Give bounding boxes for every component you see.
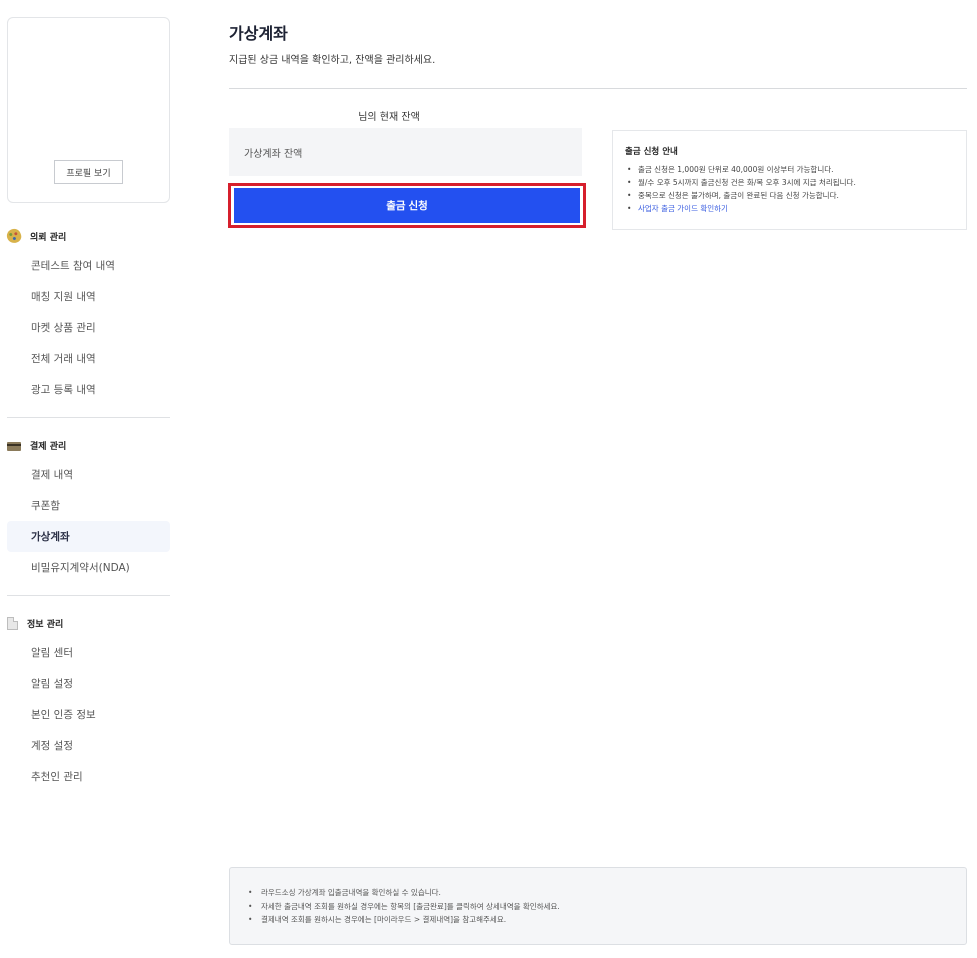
document-icon <box>7 616 18 630</box>
guide-item: 중복으로 신청은 불가하며, 출금이 완료된 다음 신청 가능합니다. <box>625 189 954 202</box>
section-title: 의뢰 관리 <box>30 232 67 243</box>
guide-item: 출금 신청은 1,000원 단위로 40,000원 이상부터 가능합니다. <box>625 163 954 176</box>
section-header-info: 정보 관리 <box>7 613 170 633</box>
section-title: 결제 관리 <box>30 441 67 452</box>
menu-section-payments: 결제 관리 결제 내역 쿠폰함 가상계좌 비밀유지계약서(NDA) <box>7 435 170 583</box>
notice-item: 자세한 출금내역 조회를 원하실 경우에는 항목의 [출금완료]를 클릭하여 상… <box>246 900 950 914</box>
sidebar-divider <box>7 417 170 418</box>
sidebar-item-notification-center[interactable]: 알림 센터 <box>7 637 170 668</box>
guide-item: 월/수 오후 5시까지 출금신청 건은 화/목 오후 3시에 지급 처리됩니다. <box>625 176 954 189</box>
section-header-payments: 결제 관리 <box>7 435 170 455</box>
sidebar-item-referrer-management[interactable]: 추천인 관리 <box>7 761 170 792</box>
notice-list: 라우드소싱 가상계좌 입출금내역을 확인하실 수 있습니다. 자세한 출금내역 … <box>246 886 950 927</box>
withdraw-request-button[interactable]: 출금 신청 <box>234 188 580 223</box>
sidebar-item-contest-history[interactable]: 콘테스트 참여 내역 <box>7 250 170 281</box>
profile-card: 프로필 보기 <box>7 17 170 203</box>
menu-section-requests: 의뢰 관리 콘테스트 참여 내역 매칭 지원 내역 마켓 상품 관리 전체 거래… <box>5 226 170 405</box>
balance-label: 가상계좌 잔액 <box>244 148 303 160</box>
balance-box: 가상계좌 잔액 <box>229 128 582 176</box>
balance-heading: 님의 현재 잔액 <box>358 112 420 123</box>
sidebar-item-coupons[interactable]: 쿠폰함 <box>7 490 170 521</box>
notice-item: 결제내역 조회를 원하시는 경우에는 [마이라우드 > 결제내역]을 참고해주세… <box>246 913 950 927</box>
page-subtitle: 지급된 상금 내역을 확인하고, 잔액을 관리하세요. <box>229 55 436 66</box>
view-profile-button[interactable]: 프로필 보기 <box>54 160 123 184</box>
sidebar-item-nda[interactable]: 비밀유지계약서(NDA) <box>7 552 170 583</box>
withdraw-guide-box: 출금 신청 안내 출금 신청은 1,000원 단위로 40,000원 이상부터 … <box>612 130 967 230</box>
sidebar-item-identity-verification[interactable]: 본인 인증 정보 <box>7 699 170 730</box>
section-title: 정보 관리 <box>27 619 64 630</box>
sidebar-item-account-settings[interactable]: 계정 설정 <box>7 730 170 761</box>
menu-section-info: 정보 관리 알림 센터 알림 설정 본인 인증 정보 계정 설정 추천인 관리 <box>7 613 170 792</box>
sidebar-item-virtual-account[interactable]: 가상계좌 <box>7 521 170 552</box>
sidebar-item-ad-registrations[interactable]: 광고 등록 내역 <box>7 374 170 405</box>
header-divider <box>229 88 967 89</box>
sidebar-item-notification-settings[interactable]: 알림 설정 <box>7 668 170 699</box>
sidebar-item-matching-history[interactable]: 매칭 지원 내역 <box>7 281 170 312</box>
page-title: 가상계좌 <box>229 24 288 43</box>
palette-icon <box>5 227 23 245</box>
sidebar-item-market-products[interactable]: 마켓 상품 관리 <box>7 312 170 343</box>
sidebar-divider <box>7 595 170 596</box>
notice-box: 라우드소싱 가상계좌 입출금내역을 확인하실 수 있습니다. 자세한 출금내역 … <box>229 867 967 945</box>
guide-title: 출금 신청 안내 <box>625 147 678 157</box>
guide-list: 출금 신청은 1,000원 단위로 40,000원 이상부터 가능합니다. 월/… <box>625 163 954 215</box>
sidebar-item-all-transactions[interactable]: 전체 거래 내역 <box>7 343 170 374</box>
sidebar-item-payment-history[interactable]: 결제 내역 <box>7 459 170 490</box>
guide-item-link-wrapper: 사업자 출금 가이드 확인하기 <box>625 202 954 215</box>
business-withdraw-guide-link[interactable]: 사업자 출금 가이드 확인하기 <box>638 204 728 213</box>
notice-item: 라우드소싱 가상계좌 입출금내역을 확인하실 수 있습니다. <box>246 886 950 900</box>
section-header-requests: 의뢰 관리 <box>5 226 170 246</box>
sidebar: 프로필 보기 <box>7 17 170 203</box>
credit-card-icon <box>7 441 21 451</box>
